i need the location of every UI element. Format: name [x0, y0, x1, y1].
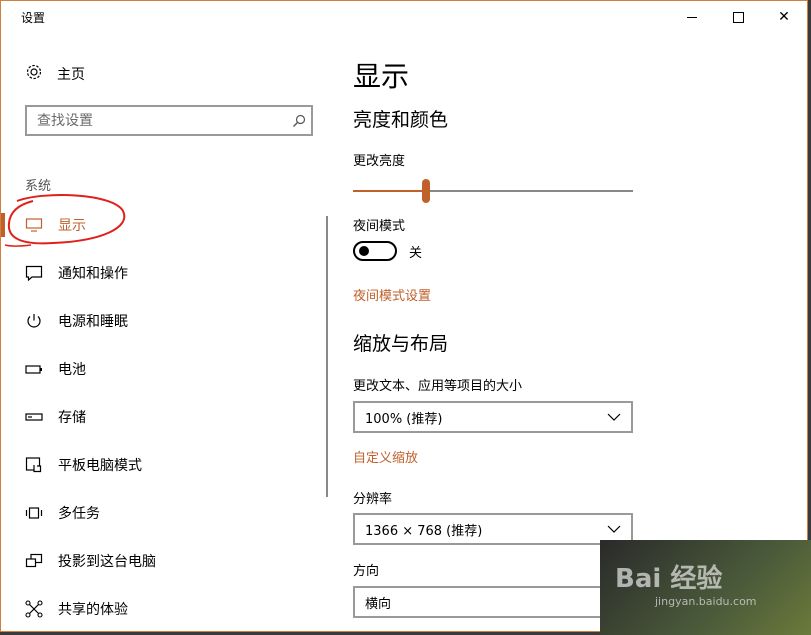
sidebar-item-shared-experiences[interactable]: 共享的体验	[1, 585, 331, 631]
gear-icon	[25, 63, 43, 85]
sidebar-item-label: 通知和操作	[58, 266, 128, 282]
scale-label: 更改文本、应用等项目的大小	[353, 379, 523, 394]
orientation-label: 方向	[353, 564, 380, 579]
project-icon	[25, 552, 43, 570]
search-box[interactable]	[25, 105, 313, 136]
sidebar-item-notifications[interactable]: 通知和操作	[1, 249, 331, 297]
settings-window: 设置 ✕ 主页 系统 显示 通知和操作	[0, 0, 808, 632]
minimize-icon	[687, 16, 697, 18]
scale-dropdown[interactable]: 100% (推荐)	[353, 401, 633, 433]
title-bar: 设置 ✕	[1, 1, 807, 33]
search-icon[interactable]	[287, 114, 311, 128]
sidebar-item-label: 存储	[58, 410, 86, 426]
scale-section-heading: 缩放与布局	[353, 333, 449, 355]
notification-icon	[25, 264, 43, 282]
page-title: 显示	[353, 60, 410, 93]
night-mode-toggle-row: 关	[353, 241, 422, 261]
maximize-icon	[732, 11, 744, 23]
slider-thumb[interactable]	[421, 179, 430, 203]
power-icon	[25, 312, 43, 330]
home-nav-item[interactable]: 主页	[25, 63, 85, 85]
brightness-slider[interactable]	[353, 179, 633, 203]
resolution-value: 1366 × 768 (推荐)	[365, 523, 483, 539]
search-input[interactable]	[27, 112, 287, 129]
custom-scaling-link[interactable]: 自定义缩放	[353, 447, 418, 466]
sidebar-item-label: 多任务	[58, 506, 100, 522]
multitasking-icon	[25, 504, 43, 522]
slider-fill	[353, 190, 426, 192]
sidebar-item-display[interactable]: 显示	[1, 201, 331, 249]
watermark-logo: Bai 经验	[615, 564, 723, 594]
scale-value: 100% (推荐)	[365, 411, 443, 427]
close-icon: ✕	[778, 9, 790, 25]
night-mode-settings-link[interactable]: 夜间模式设置	[353, 285, 431, 304]
sidebar-item-label: 显示	[58, 218, 86, 234]
brightness-section-heading: 亮度和颜色	[353, 109, 449, 131]
night-mode-state: 关	[409, 245, 423, 261]
sidebar-scrollbar[interactable]	[326, 216, 328, 497]
section-label: 系统	[25, 179, 52, 194]
resolution-dropdown[interactable]: 1366 × 768 (推荐)	[353, 513, 633, 545]
sidebar-item-label: 电源和睡眠	[58, 314, 128, 330]
monitor-icon	[25, 216, 43, 234]
minimize-button[interactable]	[669, 1, 715, 33]
tablet-mode-icon	[25, 456, 43, 474]
home-label: 主页	[57, 67, 85, 83]
orientation-dropdown[interactable]: 横向	[353, 586, 633, 618]
storage-icon	[25, 408, 43, 426]
window-title: 设置	[21, 11, 46, 25]
close-button[interactable]: ✕	[761, 1, 807, 33]
sidebar-item-project-to-pc[interactable]: 投影到这台电脑	[1, 537, 331, 585]
sidebar: 主页 系统 显示 通知和操作 电源和睡眠 电池	[1, 33, 331, 631]
watermark-url: jingyan.baidu.com	[655, 595, 757, 608]
sidebar-item-power-sleep[interactable]: 电源和睡眠	[1, 297, 331, 345]
toggle-knob	[359, 246, 369, 256]
shared-experience-icon	[25, 600, 43, 618]
sidebar-item-label: 电池	[58, 362, 86, 378]
sidebar-item-multitasking[interactable]: 多任务	[1, 489, 331, 537]
brightness-label: 更改亮度	[353, 154, 406, 169]
night-mode-label: 夜间模式	[353, 219, 406, 234]
sidebar-item-tablet-mode[interactable]: 平板电脑模式	[1, 441, 331, 489]
orientation-value: 横向	[365, 596, 392, 612]
sidebar-item-label: 共享的体验	[58, 602, 128, 618]
resolution-label: 分辨率	[353, 492, 393, 507]
night-mode-toggle[interactable]	[353, 241, 397, 261]
sidebar-item-label: 平板电脑模式	[58, 458, 142, 474]
battery-icon	[25, 360, 43, 378]
chevron-down-icon	[607, 410, 621, 424]
maximize-button[interactable]	[715, 1, 761, 33]
sidebar-item-battery[interactable]: 电池	[1, 345, 331, 393]
nav-list: 显示 通知和操作 电源和睡眠 电池 存储 平板电脑模式 多任务 投影到这台电脑 …	[1, 201, 331, 631]
sidebar-item-storage[interactable]: 存储	[1, 393, 331, 441]
chevron-down-icon	[607, 522, 621, 536]
sidebar-item-label: 投影到这台电脑	[58, 554, 156, 570]
